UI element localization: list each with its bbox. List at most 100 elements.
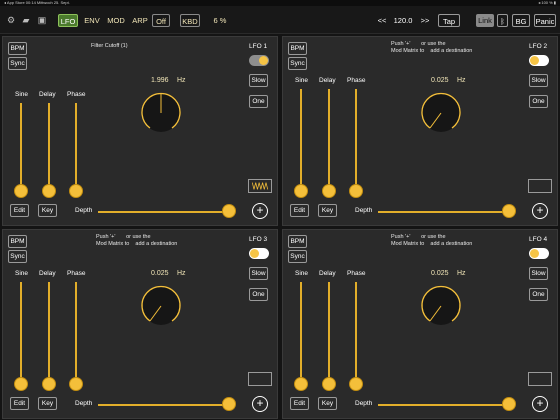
phase-fader-handle[interactable] xyxy=(69,184,83,198)
phase-label: Phase xyxy=(67,270,86,277)
destination-hint: Push '+' or use the Mod Matrix to add a … xyxy=(96,234,178,247)
add-destination-button[interactable]: + xyxy=(532,396,548,412)
slow-button[interactable]: Slow xyxy=(529,74,548,87)
delay-fader-handle[interactable] xyxy=(42,377,56,391)
arp-off-button[interactable]: Off xyxy=(152,14,170,27)
edit-button[interactable]: Edit xyxy=(10,204,29,217)
sine-fader-handle[interactable] xyxy=(14,184,28,198)
delay-fader-track xyxy=(48,103,50,191)
destination-hint: Push '+' or use the Mod Matrix to add a … xyxy=(391,41,473,54)
rate-value: 0.025 xyxy=(431,77,449,84)
rate-unit: Hz xyxy=(177,77,186,84)
tap-tempo-button[interactable]: Tap xyxy=(438,14,460,27)
link-button[interactable]: Link xyxy=(476,14,494,27)
slow-button[interactable]: Slow xyxy=(249,267,268,280)
depth-slider-handle[interactable] xyxy=(222,204,236,218)
waveform-icon[interactable] xyxy=(528,372,552,386)
keyboard-button[interactable]: KBD xyxy=(180,14,200,27)
key-button[interactable]: Key xyxy=(38,204,57,217)
phase-fader-handle[interactable] xyxy=(349,377,363,391)
one-shot-button[interactable]: One xyxy=(249,95,268,108)
waveform-icon[interactable] xyxy=(248,179,272,193)
sine-label: Sine xyxy=(295,77,309,84)
sync-button[interactable]: Sync xyxy=(8,250,27,263)
bpm-button[interactable]: BPM xyxy=(288,42,307,55)
one-shot-button[interactable]: One xyxy=(249,288,268,301)
edit-button[interactable]: Edit xyxy=(290,397,309,410)
lfo-panel-1: BPM Sync Filter Cutoff (1) LFO 1 Sine De… xyxy=(2,36,278,226)
tab-arp[interactable]: ARP xyxy=(130,14,150,27)
edit-button[interactable]: Edit xyxy=(290,204,309,217)
key-button[interactable]: Key xyxy=(38,397,57,410)
panic-button[interactable]: Panic xyxy=(534,14,556,27)
delay-fader-handle[interactable] xyxy=(322,184,336,198)
phase-fader-handle[interactable] xyxy=(69,377,83,391)
sync-button[interactable]: Sync xyxy=(8,57,27,70)
destination-hint: Push '+' or use the Mod Matrix to add a … xyxy=(391,234,473,247)
bpm-button[interactable]: BPM xyxy=(8,42,27,55)
lfo-title: LFO 3 xyxy=(249,236,268,243)
rate-dial[interactable] xyxy=(140,92,182,134)
lfo-enable-toggle[interactable] xyxy=(249,248,269,259)
lfo-panel-3: BPM Sync Push '+' or use the Mod Matrix … xyxy=(2,229,278,419)
tab-lfo[interactable]: LFO xyxy=(58,14,78,27)
bluetooth-icon[interactable]: ᛒ xyxy=(497,14,508,27)
sine-fader-handle[interactable] xyxy=(294,377,308,391)
lfo-enable-toggle[interactable] xyxy=(529,55,549,66)
background-button[interactable]: BG xyxy=(512,14,530,27)
delay-fader-handle[interactable] xyxy=(322,377,336,391)
rate-dial[interactable] xyxy=(140,285,182,327)
sine-fader-handle[interactable] xyxy=(294,184,308,198)
rate-dial[interactable] xyxy=(420,285,462,327)
slow-button[interactable]: Slow xyxy=(249,74,268,87)
depth-label: Depth xyxy=(355,207,373,214)
depth-slider-handle[interactable] xyxy=(502,397,516,411)
tempo-increase-button[interactable]: >> xyxy=(418,14,432,27)
delay-label: Delay xyxy=(319,270,336,277)
sync-button[interactable]: Sync xyxy=(288,57,307,70)
rate-dial[interactable] xyxy=(420,92,462,134)
rate-value: 1.996 xyxy=(151,77,169,84)
lfo-title: LFO 2 xyxy=(529,43,548,50)
sine-label: Sine xyxy=(15,270,29,277)
add-destination-button[interactable]: + xyxy=(252,396,268,412)
delay-fader-handle[interactable] xyxy=(42,184,56,198)
one-shot-button[interactable]: One xyxy=(529,95,548,108)
tempo-decrease-button[interactable]: << xyxy=(375,14,389,27)
phase-label: Phase xyxy=(347,77,366,84)
phase-fader-handle[interactable] xyxy=(349,184,363,198)
folder-icon[interactable]: ▰ xyxy=(21,15,31,25)
key-button[interactable]: Key xyxy=(318,397,337,410)
tab-mod[interactable]: MOD xyxy=(105,14,127,27)
lfo-enable-toggle[interactable] xyxy=(249,55,269,66)
settings-icon[interactable]: ⚙ xyxy=(6,15,16,25)
key-button[interactable]: Key xyxy=(318,204,337,217)
sync-button[interactable]: Sync xyxy=(288,250,307,263)
depth-slider-handle[interactable] xyxy=(502,204,516,218)
tab-env[interactable]: ENV xyxy=(82,14,102,27)
slow-button[interactable]: Slow xyxy=(529,267,548,280)
add-destination-button[interactable]: + xyxy=(252,203,268,219)
cpu-percent: 6 % xyxy=(213,16,227,25)
lfo-enable-toggle[interactable] xyxy=(529,248,549,259)
status-left: ◂ App Store 00:14 Mittwoch 25. Sept. xyxy=(4,0,70,5)
bpm-button[interactable]: BPM xyxy=(288,235,307,248)
one-shot-button[interactable]: One xyxy=(529,288,548,301)
waveform-icon[interactable] xyxy=(248,372,272,386)
depth-slider-handle[interactable] xyxy=(222,397,236,411)
depth-slider-track xyxy=(378,404,511,406)
depth-slider-track xyxy=(378,211,511,213)
sine-fader-handle[interactable] xyxy=(14,377,28,391)
add-destination-button[interactable]: + xyxy=(532,203,548,219)
delay-label: Delay xyxy=(319,77,336,84)
tempo-value[interactable]: 120.0 xyxy=(392,14,414,27)
depth-label: Depth xyxy=(75,400,93,407)
save-icon[interactable]: ▣ xyxy=(37,15,47,25)
toolbar: ⚙ ▰ ▣ LFO ENV MOD ARP Off KBD 6 % << 120… xyxy=(0,6,560,34)
sine-fader-track xyxy=(20,282,22,382)
delay-fader-track xyxy=(328,282,330,382)
delay-label: Delay xyxy=(39,270,56,277)
waveform-icon[interactable] xyxy=(528,179,552,193)
bpm-button[interactable]: BPM xyxy=(8,235,27,248)
edit-button[interactable]: Edit xyxy=(10,397,29,410)
